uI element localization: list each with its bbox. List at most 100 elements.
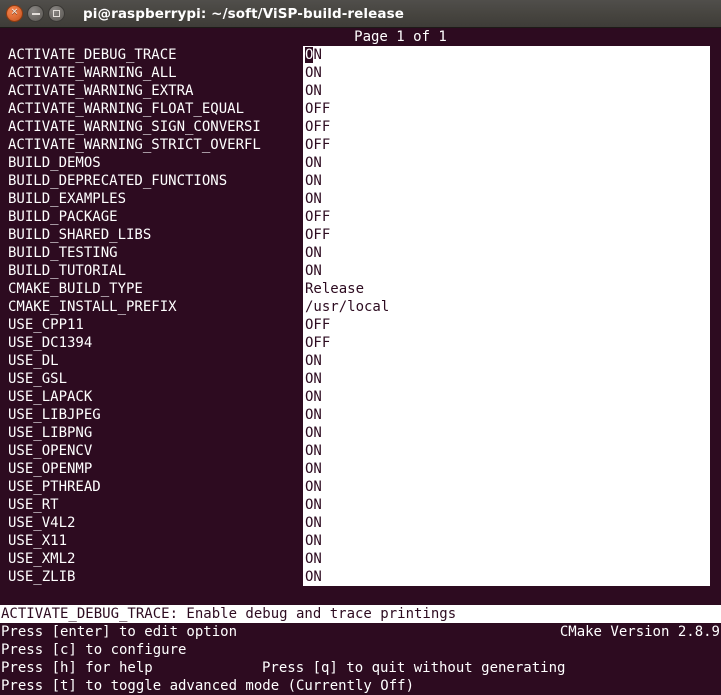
cache-entry-value[interactable]: OFF (303, 100, 710, 118)
cache-entry-value[interactable]: ON (303, 64, 710, 82)
cache-entry-name: BUILD_DEPRECATED_FUNCTIONS (8, 173, 228, 189)
cache-entry-name: USE_OPENMP (8, 461, 93, 477)
cache-entry-row[interactable]: USE_LIBJPEG ON (0, 406, 721, 424)
cache-entry-value[interactable]: ON (303, 478, 710, 496)
cache-entry-value[interactable]: ON (303, 460, 710, 478)
cache-entry-row[interactable]: ACTIVATE_WARNING_FLOAT_EQUAL OFF (0, 100, 721, 118)
cache-entry-row[interactable]: USE_CPP11 OFF (0, 316, 721, 334)
command-hint-left: Press [c] to configure (1, 642, 187, 658)
cache-entry-value[interactable]: ON (303, 406, 710, 424)
cache-entry-row[interactable]: BUILD_SHARED_LIBS OFF (0, 226, 721, 244)
command-hint-left: Press [t] to toggle advanced mode (Curre… (1, 678, 415, 694)
cache-entry-name: USE_ZLIB (8, 569, 76, 585)
cache-entry-value[interactable]: ON (303, 82, 710, 100)
cache-entry-value[interactable]: Release (303, 280, 710, 298)
cache-entry-value[interactable]: ON (303, 424, 710, 442)
cache-entry-name: ACTIVATE_WARNING_ALL (8, 65, 177, 81)
cache-entry-name: ACTIVATE_WARNING_EXTRA (8, 83, 194, 99)
cache-entry-value[interactable]: ON (303, 190, 710, 208)
cache-entry-row[interactable]: USE_DC1394 OFF (0, 334, 721, 352)
cache-entry-row[interactable]: USE_X11 ON (0, 532, 721, 550)
cache-entry-row[interactable]: ACTIVATE_WARNING_ALL ON (0, 64, 721, 82)
cache-entry-value[interactable]: ON (303, 532, 710, 550)
cache-entry-name: USE_PTHREAD (8, 479, 101, 495)
cache-entry-row[interactable]: ACTIVATE_WARNING_SIGN_CONVERSI OFF (0, 118, 721, 136)
cache-entry-name: BUILD_EXAMPLES (8, 191, 127, 207)
cache-entry-name: ACTIVATE_WARNING_SIGN_CONVERSI (8, 119, 261, 135)
cache-entry-row[interactable]: ACTIVATE_WARNING_EXTRA ON (0, 82, 721, 100)
cache-entry-value-text: N (313, 47, 322, 63)
cache-entry-name: USE_CPP11 (8, 317, 84, 333)
cache-entry-value[interactable]: ON (303, 46, 710, 64)
cache-entry-name: USE_RT (8, 497, 59, 513)
cache-entry-row[interactable]: USE_LIBPNG ON (0, 424, 721, 442)
cache-entry-row[interactable]: USE_GSL ON (0, 370, 721, 388)
cache-entry-value[interactable]: OFF (303, 136, 710, 154)
cache-entry-row[interactable]: USE_V4L2 ON (0, 514, 721, 532)
command-hint-line: Press [h] for help Press [q] to quit with… (0, 659, 721, 677)
cache-entry-name: USE_V4L2 (8, 515, 76, 531)
cache-entry-row[interactable]: ACTIVATE_DEBUG_TRACE ON (0, 46, 721, 64)
cache-entry-row[interactable]: BUILD_TESTING ON (0, 244, 721, 262)
cache-entry-value[interactable]: ON (303, 262, 710, 280)
cache-entry-row[interactable]: USE_RT ON (0, 496, 721, 514)
cache-entry-value[interactable]: OFF (303, 118, 710, 136)
cache-entry-value[interactable]: ON (303, 550, 710, 568)
command-hint-left: Press [enter] to edit option (1, 624, 238, 640)
cache-entry-value[interactable]: /usr/local (303, 298, 710, 316)
cache-entry-row[interactable]: CMAKE_BUILD_TYPE Release (0, 280, 721, 298)
command-hint-line: Press [c] to configure (0, 641, 721, 659)
command-hints: Press [enter] to edit option CMake Versio… (0, 623, 721, 695)
cache-entry-value[interactable]: OFF (303, 226, 710, 244)
cmake-version-label: CMake Version 2.8.9 (559, 624, 720, 640)
cache-entry-name: USE_GSL (8, 371, 68, 387)
command-hint-line: Press [t] to toggle advanced mode (Curre… (0, 677, 721, 695)
cache-entry-row[interactable]: USE_LAPACK ON (0, 388, 721, 406)
cache-entry-value[interactable]: ON (303, 568, 710, 586)
cache-entry-name: BUILD_TESTING (8, 245, 118, 261)
cache-entry-row[interactable]: BUILD_TUTORIAL ON (0, 262, 721, 280)
cache-entry-value[interactable]: ON (303, 514, 710, 532)
cache-entry-row[interactable]: USE_PTHREAD ON (0, 478, 721, 496)
cache-entry-row[interactable]: BUILD_PACKAGE OFF (0, 208, 721, 226)
cache-entry-name: USE_LIBPNG (8, 425, 93, 441)
cache-entry-name: ACTIVATE_DEBUG_TRACE (8, 47, 177, 63)
terminal-window: ✕ pi@raspberrypi: ~/soft/ViSP-build-rele… (0, 0, 721, 695)
close-icon[interactable]: ✕ (6, 5, 23, 22)
cache-entry-value[interactable]: ON (303, 244, 710, 262)
cache-entry-name: BUILD_SHARED_LIBS (8, 227, 152, 243)
cache-entry-name: BUILD_TUTORIAL (8, 263, 127, 279)
cache-entry-value[interactable]: OFF (303, 334, 710, 352)
cache-entry-list[interactable]: ACTIVATE_DEBUG_TRACE ON ACTIVATE_WARNING_A… (0, 46, 721, 586)
maximize-icon[interactable] (48, 5, 65, 22)
cache-entry-name: USE_OPENCV (8, 443, 93, 459)
terminal-screen[interactable]: Page 1 of 1 ACTIVATE_DEBUG_TRACE ON ACTIVA… (0, 28, 721, 695)
cache-entry-value[interactable]: ON (303, 388, 710, 406)
cache-entry-row[interactable]: USE_OPENMP ON (0, 460, 721, 478)
cache-entry-name: USE_DL (8, 353, 59, 369)
cache-entry-value[interactable]: ON (303, 496, 710, 514)
cache-entry-value[interactable]: ON (303, 352, 710, 370)
cache-entry-name: BUILD_PACKAGE (8, 209, 118, 225)
cache-entry-row[interactable]: USE_ZLIB ON (0, 568, 721, 586)
command-hint-secondary: Press [q] to quit without generating (262, 660, 566, 676)
command-hint-line: Press [enter] to edit option CMake Versio… (0, 623, 721, 641)
terminal-footer: ACTIVATE_DEBUG_TRACE: Enable debug and t… (0, 605, 721, 695)
cache-entry-value[interactable]: ON (303, 442, 710, 460)
cache-entry-row[interactable]: BUILD_EXAMPLES ON (0, 190, 721, 208)
cache-entry-row[interactable]: BUILD_DEPRECATED_FUNCTIONS ON (0, 172, 721, 190)
entry-help-text: ACTIVATE_DEBUG_TRACE: Enable debug and t… (0, 605, 721, 623)
cache-entry-row[interactable]: USE_DL ON (0, 352, 721, 370)
cache-entry-name: USE_LAPACK (8, 389, 93, 405)
cache-entry-row[interactable]: BUILD_DEMOS ON (0, 154, 721, 172)
cache-entry-value[interactable]: OFF (303, 208, 710, 226)
minimize-icon[interactable] (27, 5, 44, 22)
cache-entry-row[interactable]: USE_OPENCV ON (0, 442, 721, 460)
cache-entry-value[interactable]: OFF (303, 316, 710, 334)
cache-entry-value[interactable]: ON (303, 154, 710, 172)
cache-entry-value[interactable]: ON (303, 370, 710, 388)
cache-entry-row[interactable]: ACTIVATE_WARNING_STRICT_OVERFL OFF (0, 136, 721, 154)
cache-entry-row[interactable]: USE_XML2 ON (0, 550, 721, 568)
cache-entry-row[interactable]: CMAKE_INSTALL_PREFIX/usr/local (0, 298, 721, 316)
cache-entry-value[interactable]: ON (303, 172, 710, 190)
